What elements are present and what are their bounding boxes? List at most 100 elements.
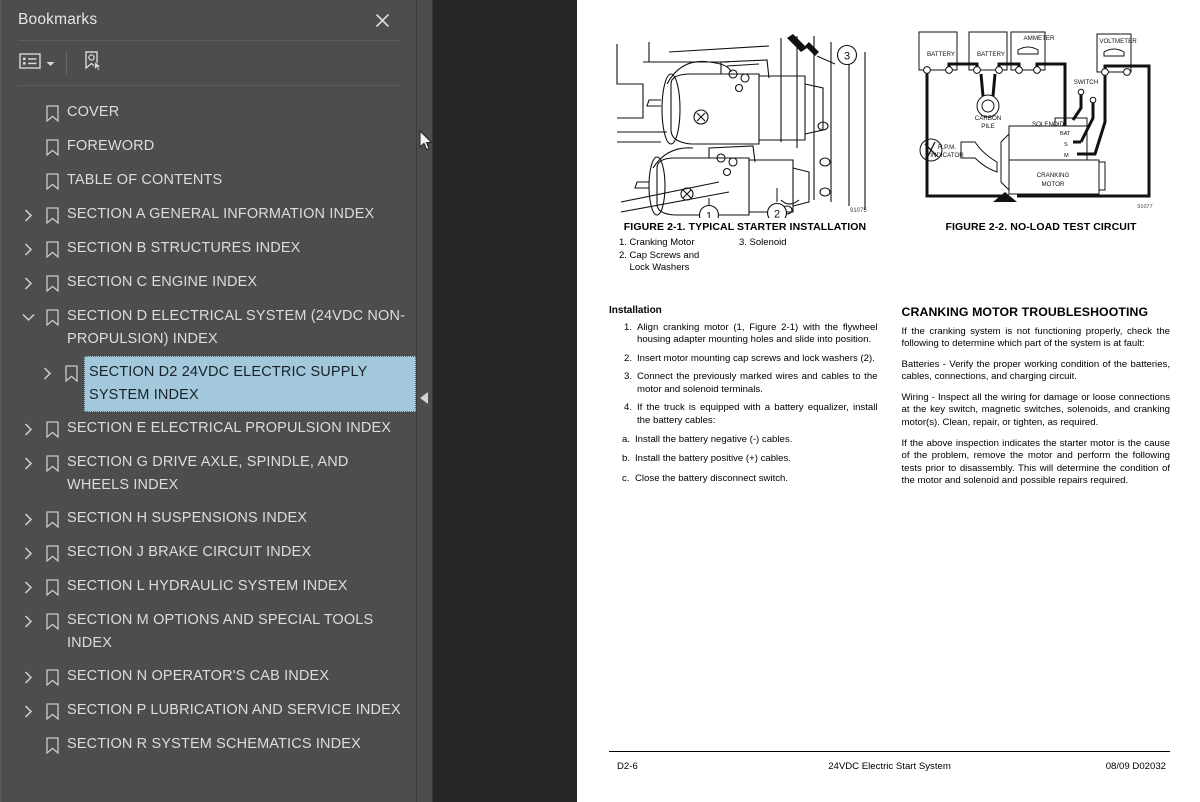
chevron-placeholder bbox=[17, 728, 39, 762]
bookmark-item[interactable]: SECTION P LUBRICATION AND SERVICE INDEX bbox=[1, 694, 416, 728]
step-item: 2. Insert motor mounting cap screws and l… bbox=[609, 353, 878, 366]
bookmark-icon bbox=[39, 446, 65, 480]
bookmark-item[interactable]: SECTION G DRIVE AXLE, SPINDLE, AND WHEEL… bbox=[1, 446, 416, 502]
substep-text: Close the battery disconnect switch. bbox=[635, 472, 789, 484]
find-current-bookmark-button[interactable] bbox=[76, 48, 110, 78]
bookmark-item[interactable]: COVER bbox=[1, 96, 416, 130]
troubleshooting-paragraphs: If the cranking system is not functionin… bbox=[902, 326, 1171, 489]
bookmark-label[interactable]: SECTION A GENERAL INFORMATION INDEX bbox=[65, 198, 374, 231]
panel-splitter[interactable] bbox=[417, 0, 433, 802]
chevron-right-icon[interactable] bbox=[17, 266, 39, 300]
bookmark-label[interactable]: SECTION E ELECTRICAL PROPULSION INDEX bbox=[65, 412, 391, 445]
collapse-left-arrow-icon[interactable] bbox=[420, 392, 428, 404]
paragraph: Batteries - Verify the proper working co… bbox=[901, 358, 1171, 383]
paragraph: If the cranking system is not functionin… bbox=[901, 325, 1171, 350]
svg-text:2: 2 bbox=[774, 209, 780, 219]
chevron-right-icon[interactable] bbox=[17, 446, 39, 480]
substep-text: Install the battery positive (+) cables. bbox=[635, 453, 791, 465]
bookmark-label[interactable]: FOREWORD bbox=[65, 130, 154, 163]
chevron-down-icon[interactable] bbox=[17, 300, 39, 334]
label-ammeter: AMMETER bbox=[1024, 35, 1055, 42]
label-voltmeter: VOLTMETER bbox=[1099, 38, 1137, 45]
bookmark-label[interactable]: COVER bbox=[65, 96, 119, 129]
figure-1-block: 3 1 2 91075 FIGURE 2-1. TYPICAL STARTER … bbox=[609, 22, 881, 275]
bookmark-item[interactable]: SECTION M OPTIONS AND SPECIAL TOOLS INDE… bbox=[1, 604, 416, 660]
bookmark-label[interactable]: SECTION H SUSPENSIONS INDEX bbox=[65, 502, 307, 535]
substep-item: c. Close the battery disconnect switch. bbox=[609, 473, 878, 486]
bookmark-options-button[interactable] bbox=[19, 48, 63, 78]
bookmark-label[interactable]: SECTION B STRUCTURES INDEX bbox=[65, 232, 301, 265]
chevron-right-icon[interactable] bbox=[17, 536, 39, 570]
bookmark-icon bbox=[58, 356, 84, 390]
step-item: 3. Connect the previously marked wires an… bbox=[609, 371, 878, 396]
bookmark-icon bbox=[39, 536, 65, 570]
bookmark-label[interactable]: SECTION C ENGINE INDEX bbox=[65, 266, 257, 299]
bookmark-icon bbox=[39, 300, 65, 334]
figure-1-caption: FIGURE 2-1. TYPICAL STARTER INSTALLATION bbox=[623, 221, 867, 233]
chevron-right-icon[interactable] bbox=[17, 694, 39, 728]
chevron-right-icon[interactable] bbox=[17, 412, 39, 446]
bookmark-label[interactable]: SECTION L HYDRAULIC SYSTEM INDEX bbox=[65, 570, 348, 603]
chevron-right-icon[interactable] bbox=[36, 356, 58, 390]
panel-title: Bookmarks bbox=[18, 11, 98, 28]
chevron-right-icon[interactable] bbox=[17, 570, 39, 604]
bookmark-item[interactable]: SECTION D2 24VDC ELECTRIC SUPPLY SYSTEM … bbox=[1, 356, 416, 412]
chevron-placeholder bbox=[17, 164, 39, 198]
chevron-right-icon[interactable] bbox=[17, 660, 39, 694]
figure-2-ref: 91077 bbox=[1137, 204, 1152, 210]
chevron-right-icon[interactable] bbox=[17, 198, 39, 232]
substep-number: a. bbox=[622, 433, 631, 445]
body-columns: Installation 1. Align cranking motor (1, … bbox=[609, 305, 1170, 497]
bookmark-item[interactable]: SECTION R SYSTEM SCHEMATICS INDEX bbox=[1, 728, 416, 762]
bookmark-icon bbox=[39, 412, 65, 446]
chevron-right-icon[interactable] bbox=[17, 232, 39, 266]
right-text-column: CRANKING MOTOR TROUBLESHOOTING If the cr… bbox=[902, 305, 1171, 497]
paragraph: Wiring - Inspect all the wiring for dama… bbox=[901, 391, 1171, 429]
substep-text: Install the battery negative (-) cables. bbox=[635, 433, 793, 445]
label-motor: MOTOR bbox=[1042, 181, 1065, 188]
bookmark-item[interactable]: SECTION L HYDRAULIC SYSTEM INDEX bbox=[1, 570, 416, 604]
pdf-viewer[interactable]: 3 1 2 91075 FIGURE 2-1. TYPICAL STARTER … bbox=[433, 0, 1200, 802]
toolbar-divider bbox=[66, 52, 67, 74]
figure-2-image: BATTERY BATTERY AMMETER VOLTMETER SWITCH… bbox=[905, 22, 1177, 218]
bookmark-item[interactable]: SECTION C ENGINE INDEX bbox=[1, 266, 416, 300]
label-battery-2: BATTERY bbox=[977, 51, 1005, 58]
bookmark-item[interactable]: SECTION J BRAKE CIRCUIT INDEX bbox=[1, 536, 416, 570]
bookmark-item[interactable]: SECTION H SUSPENSIONS INDEX bbox=[1, 502, 416, 536]
bookmark-label[interactable]: SECTION N OPERATOR'S CAB INDEX bbox=[65, 660, 329, 693]
bookmark-item[interactable]: SECTION B STRUCTURES INDEX bbox=[1, 232, 416, 266]
bookmark-item[interactable]: SECTION E ELECTRICAL PROPULSION INDEX bbox=[1, 412, 416, 446]
paragraph: If the above inspection indicates the st… bbox=[901, 437, 1171, 487]
bookmark-label[interactable]: TABLE OF CONTENTS bbox=[65, 164, 222, 197]
legend-item: 3. Solenoid bbox=[739, 237, 787, 248]
bookmark-label[interactable]: SECTION J BRAKE CIRCUIT INDEX bbox=[65, 536, 311, 569]
bookmark-item[interactable]: SECTION D ELECTRICAL SYSTEM (24VDC NON-P… bbox=[1, 300, 416, 356]
bookmark-icon bbox=[39, 502, 65, 536]
legend-item: 1. Cranking Motor bbox=[619, 237, 695, 248]
bookmark-item[interactable]: SECTION N OPERATOR'S CAB INDEX bbox=[1, 660, 416, 694]
bookmark-label[interactable]: SECTION R SYSTEM SCHEMATICS INDEX bbox=[65, 728, 361, 761]
bookmark-item[interactable]: SECTION A GENERAL INFORMATION INDEX bbox=[1, 198, 416, 232]
bookmark-label[interactable]: SECTION P LUBRICATION AND SERVICE INDEX bbox=[65, 694, 401, 727]
bookmark-label[interactable]: SECTION M OPTIONS AND SPECIAL TOOLS INDE… bbox=[65, 604, 410, 660]
bookmark-icon bbox=[39, 728, 65, 762]
close-icon[interactable] bbox=[370, 8, 394, 32]
bookmark-item[interactable]: TABLE OF CONTENTS bbox=[1, 164, 416, 198]
chevron-right-icon[interactable] bbox=[17, 502, 39, 536]
bookmark-icon bbox=[39, 694, 65, 728]
bookmark-icon bbox=[39, 570, 65, 604]
figure-2-block: BATTERY BATTERY AMMETER VOLTMETER SWITCH… bbox=[905, 22, 1177, 275]
bookmarks-tree[interactable]: COVER FOREWORD TABLE OF CONTENTS SECTION A … bbox=[1, 86, 416, 802]
bookmark-item[interactable]: FOREWORD bbox=[1, 130, 416, 164]
chevron-right-icon[interactable] bbox=[17, 604, 39, 638]
svg-text:M: M bbox=[1064, 153, 1069, 159]
bookmark-icon bbox=[39, 660, 65, 694]
bookmark-label[interactable]: SECTION D2 24VDC ELECTRIC SUPPLY SYSTEM … bbox=[84, 356, 416, 412]
substep-item: b. Install the battery positive (+) cable… bbox=[609, 453, 878, 466]
step-number: 3. bbox=[624, 371, 633, 383]
bookmark-label[interactable]: SECTION G DRIVE AXLE, SPINDLE, AND WHEEL… bbox=[65, 446, 410, 502]
left-text-column: Installation 1. Align cranking motor (1, … bbox=[609, 305, 878, 497]
bookmark-label[interactable]: SECTION D ELECTRICAL SYSTEM (24VDC NON-P… bbox=[65, 300, 410, 356]
bookmark-icon bbox=[39, 130, 65, 164]
label-battery-1: BATTERY bbox=[927, 51, 955, 58]
